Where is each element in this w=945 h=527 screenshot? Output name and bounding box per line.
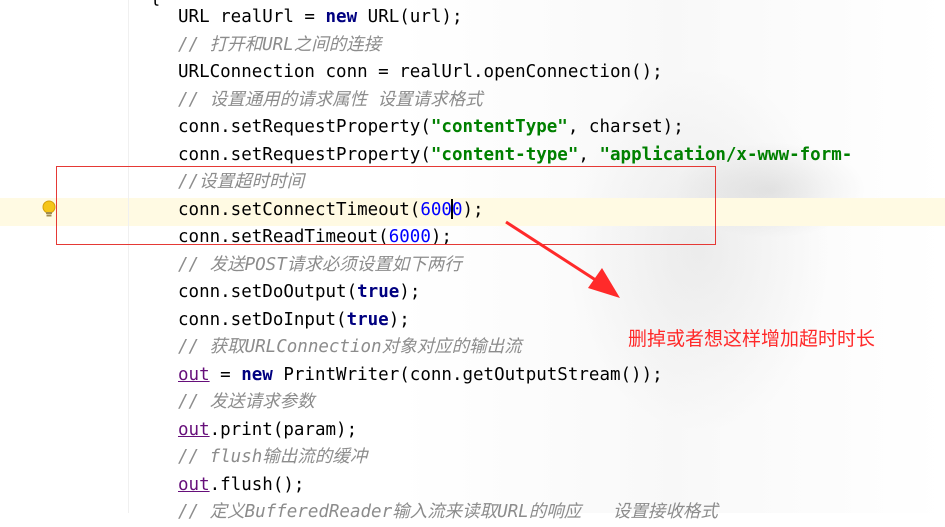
code-token: ,: [578, 144, 600, 165]
code-token: "contentType": [430, 117, 568, 137]
code-line[interactable]: conn.setRequestProperty("contentType", c…: [178, 114, 852, 142]
code-token: true: [357, 282, 400, 302]
code-token: , charset);: [567, 117, 684, 137]
lightbulb-intention-icon[interactable]: [42, 200, 56, 218]
code-token: // 发送请求参数: [178, 392, 315, 412]
code-line[interactable]: // 设置通用的请求属性 设置请求格式: [178, 87, 852, 115]
code-token: .print(param);: [209, 419, 358, 440]
code-token: URL realUrl =: [178, 7, 326, 27]
code-editor[interactable]: URL realUrl = new URL(url);// 打开和URL之间的连…: [178, 4, 852, 527]
code-token: out: [178, 474, 210, 495]
code-fragment-top: {: [150, 0, 160, 8]
code-line[interactable]: out.print(param);: [178, 417, 852, 445]
code-token: );: [399, 282, 421, 302]
code-token: // 设置通用的请求属性 设置请求格式: [178, 89, 483, 110]
code-line[interactable]: conn.setDoOutput(true);: [178, 279, 852, 307]
code-line[interactable]: // 发送POST请求必须设置如下两行: [178, 252, 852, 280]
code-token: // 定义BufferedReader输入流来读取URL的响应 设置接收格式: [178, 502, 718, 522]
code-line[interactable]: out = new PrintWriter(conn.getOutputStre…: [178, 362, 852, 390]
code-token: true: [346, 309, 389, 330]
code-line[interactable]: URLConnection conn = realUrl.openConnect…: [178, 59, 852, 87]
code-token: .flush();: [209, 474, 305, 495]
code-token: // 获取URLConnection对象对应的输出流: [178, 337, 522, 357]
code-line[interactable]: out.flush();: [178, 472, 852, 500]
code-line[interactable]: // 打开和URL之间的连接: [178, 32, 852, 60]
code-token: // 打开和URL之间的连接: [178, 34, 382, 55]
code-token: conn.setRequestProperty(: [178, 144, 431, 165]
code-token: "application/x-www-form-: [599, 144, 853, 165]
code-token: =: [209, 364, 242, 385]
code-token: PrintWriter(conn.getOutputStream());: [272, 364, 663, 385]
code-token: "content-type": [430, 144, 579, 165]
code-token: conn.setDoOutput(: [178, 282, 358, 302]
annotation-note: 删掉或者想这样增加超时时长: [628, 328, 876, 350]
highlight-box: [56, 166, 716, 245]
code-token: out: [178, 419, 210, 440]
code-line[interactable]: // 发送请求参数: [178, 389, 852, 417]
code-token: conn.setRequestProperty(: [178, 117, 431, 137]
code-token: URL(url);: [357, 7, 463, 27]
code-token: );: [388, 309, 410, 330]
code-line[interactable]: URL realUrl = new URL(url);: [178, 4, 852, 32]
editor-gutter[interactable]: [0, 0, 125, 513]
code-token: new: [325, 7, 358, 27]
code-token: new: [241, 364, 273, 385]
code-line[interactable]: // flush输出流的缓冲: [178, 444, 852, 472]
code-token: // flush输出流的缓冲: [178, 447, 368, 467]
code-token: conn.setDoInput(: [178, 309, 347, 330]
code-token: out: [178, 364, 210, 385]
code-token: URLConnection conn = realUrl.openConnect…: [178, 62, 663, 82]
code-token: // 发送POST请求必须设置如下两行: [178, 254, 462, 275]
fold-guide: [128, 0, 129, 513]
code-line[interactable]: conn.setRequestProperty("content-type", …: [178, 142, 852, 170]
